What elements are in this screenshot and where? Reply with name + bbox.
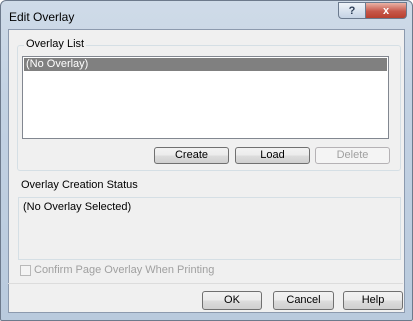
help-button[interactable]: Help <box>343 291 403 310</box>
overlay-listbox[interactable]: (No Overlay) <box>22 56 389 139</box>
question-mark-icon: ? <box>348 4 356 17</box>
confirm-overlay-checkbox[interactable] <box>20 265 31 276</box>
help-title-button[interactable]: ? <box>338 2 366 19</box>
ok-button[interactable]: OK <box>202 291 262 310</box>
cancel-button[interactable]: Cancel <box>273 291 334 310</box>
status-text: (No Overlay Selected) <box>23 201 132 213</box>
list-item-selected[interactable]: (No Overlay) <box>24 58 387 71</box>
overlay-list-label: Overlay List <box>24 38 87 51</box>
close-button[interactable]: x <box>365 2 407 19</box>
status-label: Overlay Creation Status <box>19 179 140 192</box>
confirm-overlay-label: Confirm Page Overlay When Printing <box>34 264 215 276</box>
status-box: (No Overlay Selected) <box>18 197 401 260</box>
window-title: Edit Overlay <box>9 10 75 24</box>
footer-divider <box>8 283 403 284</box>
title-bar[interactable]: Edit Overlay ? x <box>1 1 412 29</box>
create-button[interactable]: Create <box>154 147 229 164</box>
close-icon: x <box>382 4 390 17</box>
load-button[interactable]: Load <box>235 147 310 164</box>
delete-button[interactable]: Delete <box>315 147 390 164</box>
